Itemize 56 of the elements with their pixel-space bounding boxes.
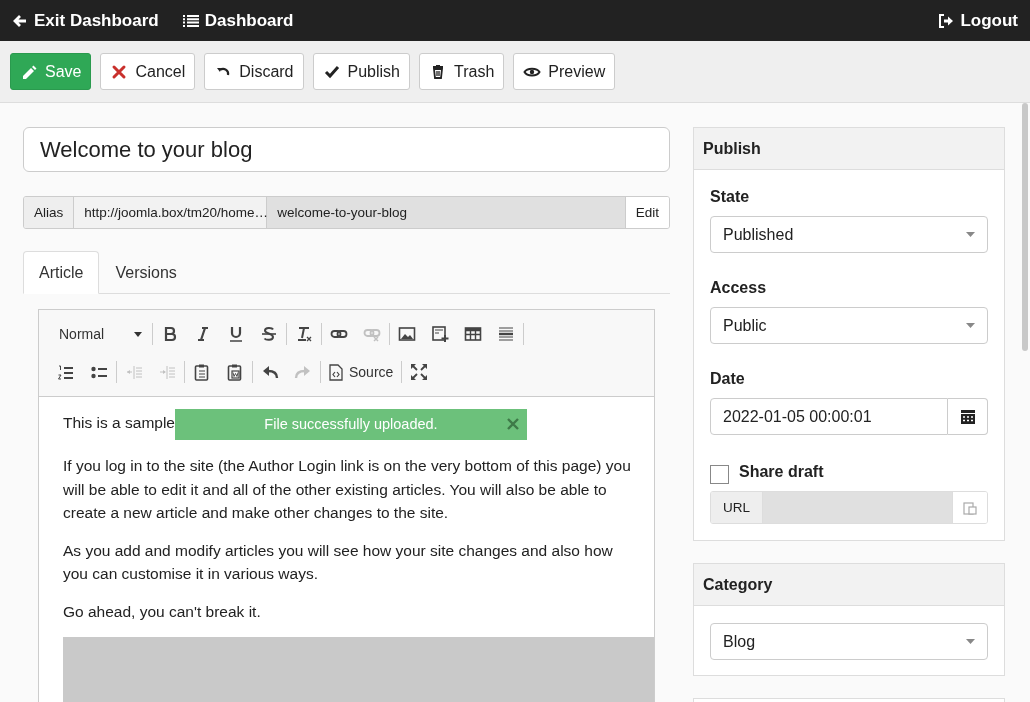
alias-field[interactable]: Alias http://joomla.box/tm20/home… welcome-to-your-blog Edit (23, 196, 670, 229)
paragraph: This is a sample (63, 413, 175, 433)
field-label: State (710, 188, 751, 206)
preview-button[interactable]: Preview (513, 53, 616, 90)
cancel-button[interactable]: Cancel (100, 53, 196, 90)
edit-button[interactable]: Edit (624, 197, 669, 228)
paragraph: As you add and modify articles you will see how your site changes and also how you can customise it in various ways. (63, 540, 614, 584)
clipboard-icon[interactable] (193, 363, 211, 381)
trash-button[interactable]: Trash (419, 53, 505, 90)
exit-dashboard-link[interactable]: Exit Dashboard (12, 10, 159, 31)
alias-label: Alias (24, 197, 75, 228)
field-label: Date (710, 370, 746, 388)
document-add-icon[interactable] (431, 325, 450, 343)
scrollbar[interactable] (1022, 103, 1028, 351)
panel-title: Publish (694, 128, 1004, 170)
publish-button[interactable]: Publish (312, 53, 410, 90)
paragraph: Go ahead, you can't break it. (63, 601, 262, 622)
tab[interactable]: Article (23, 251, 100, 294)
list-icon (182, 13, 199, 28)
horizontal-rule-icon[interactable] (497, 325, 516, 343)
dashboard-link[interactable]: Dashboard (182, 10, 294, 31)
caret-icon (134, 331, 143, 337)
image-icon[interactable] (398, 325, 417, 343)
numbered-list-icon[interactable] (57, 363, 75, 381)
discard-button[interactable]: Discard (204, 53, 304, 90)
panel-title: Category (694, 564, 1004, 606)
tab[interactable]: Versions (99, 251, 193, 294)
undo-icon[interactable] (261, 363, 279, 381)
category-select[interactable]: Blog (710, 623, 988, 660)
logout-link[interactable]: Logout (939, 10, 1018, 31)
paragraph: If you log in to the site (the Author Login link is on the very bottom of this page) you will be able to edit it and all of the other existing articles. You will also be able to create a new article and make other changes to the site. (63, 456, 632, 523)
clipboard-icon[interactable] (226, 363, 244, 381)
clear-format-icon[interactable] (295, 325, 314, 343)
caret-icon (966, 639, 975, 644)
share-draft-checkbox[interactable] (710, 465, 729, 484)
caret-icon (966, 232, 975, 237)
calendar-button[interactable] (948, 398, 988, 435)
maximize-icon[interactable] (410, 363, 429, 381)
state-select[interactable]: Published (710, 216, 988, 253)
table-icon[interactable] (464, 325, 483, 343)
date-field[interactable]: 2022-01-05 00:00:01 (710, 398, 948, 435)
field-label: Access (710, 279, 768, 297)
logout-icon (939, 13, 955, 28)
share-draft-label: Share draft (739, 462, 824, 481)
caret-icon (966, 323, 975, 328)
format-dropdown[interactable]: Normal (57, 326, 145, 342)
access-select[interactable]: Public (710, 307, 988, 344)
source-button[interactable]: Source (329, 363, 394, 381)
back-arrow-icon (12, 12, 28, 29)
calendar-icon (960, 409, 975, 424)
alias-base-url: http://joomla.box/tm20/home… (74, 197, 268, 228)
strikethrough-icon[interactable] (260, 325, 279, 343)
title-field[interactable]: Welcome to your blog (23, 127, 670, 172)
code-file-icon (329, 363, 343, 381)
notification-message: File successfully uploaded. (264, 414, 438, 434)
alias-value: welcome-to-your-blog (267, 197, 625, 228)
